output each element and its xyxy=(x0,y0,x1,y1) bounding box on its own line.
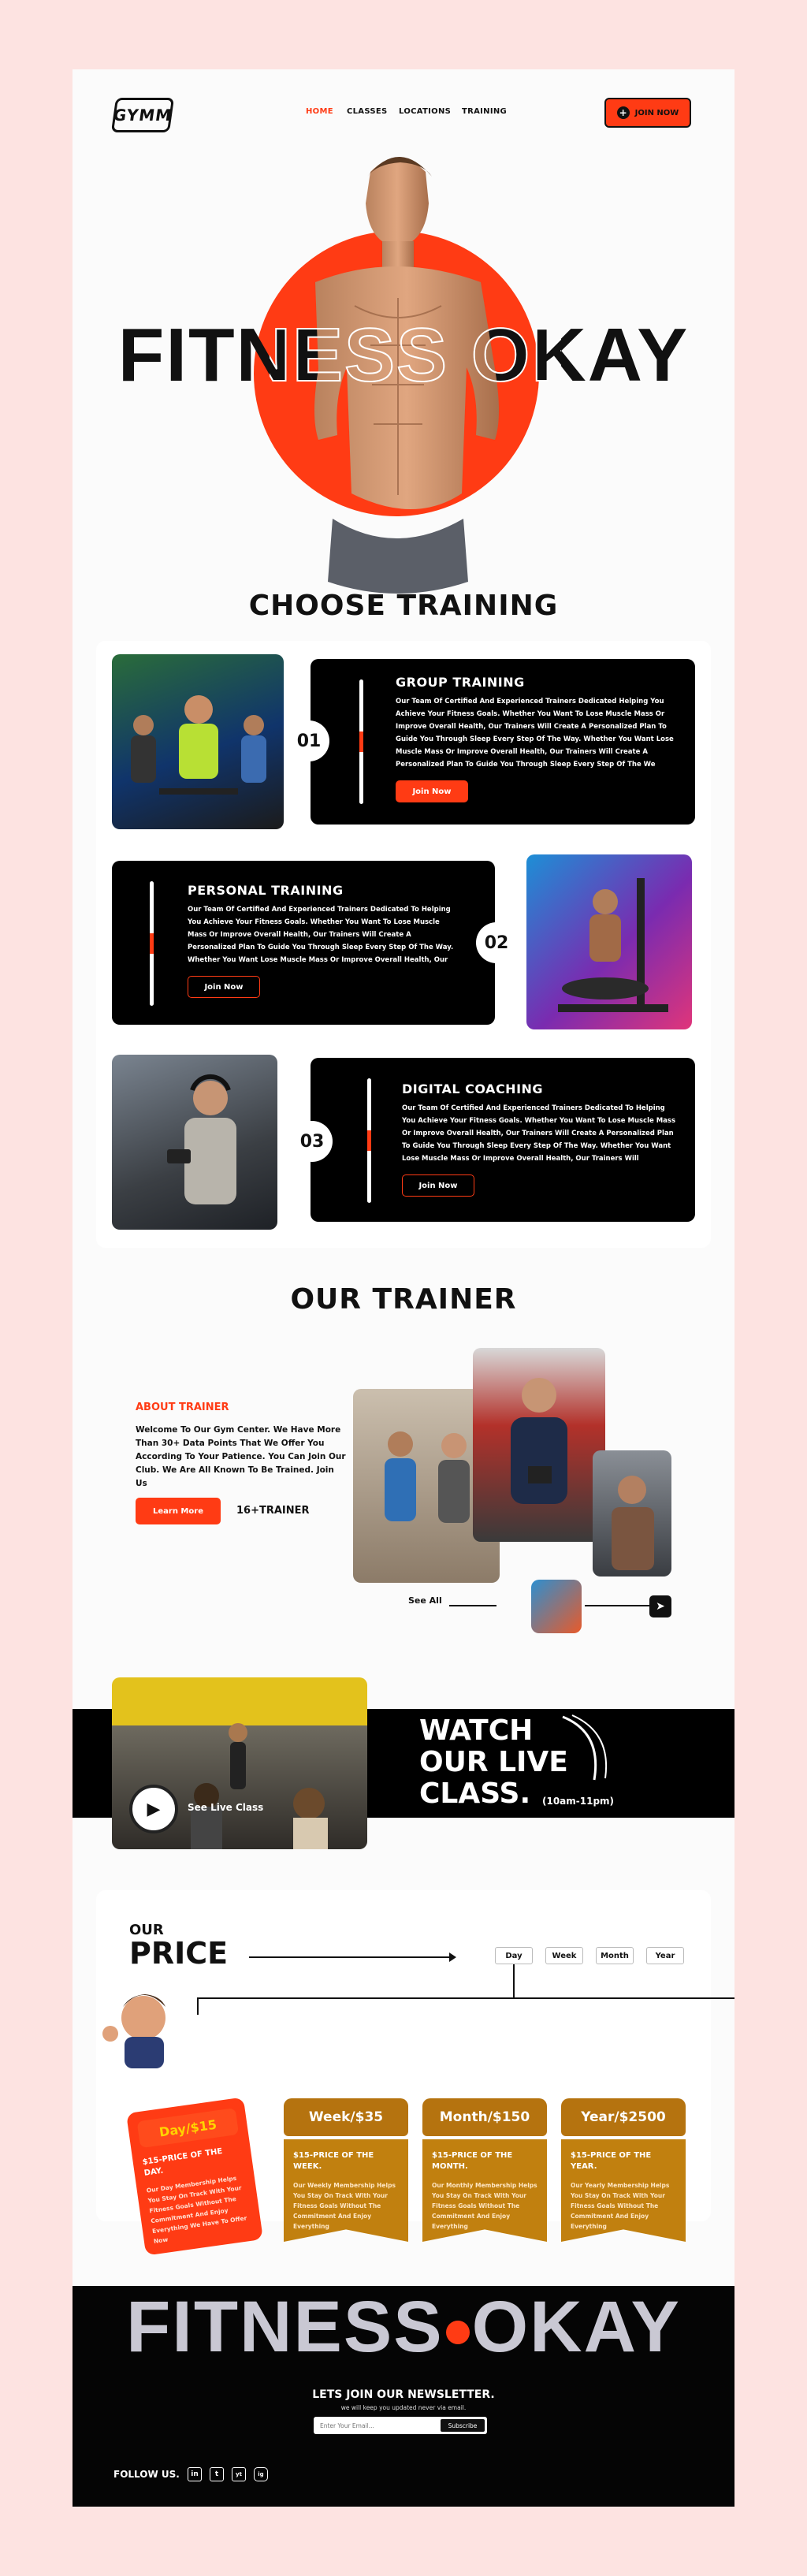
trainer-photo-2 xyxy=(473,1348,605,1542)
plus-icon: + xyxy=(616,106,630,119)
card-progress-bar xyxy=(367,1078,371,1203)
price-card-body: $15-PRICE OF THE WEEK. Our Weekly Members… xyxy=(284,2139,408,2242)
about-trainer-text: Welcome To Our Gym Center. We Have More … xyxy=(136,1425,346,1488)
card-number: 03 xyxy=(292,1121,333,1162)
price-card-week[interactable]: Week/$35 $15-PRICE OF THE WEEK. Our Weekl… xyxy=(284,2098,408,2248)
logo-text: GYMM xyxy=(112,106,173,125)
footer-title: FITNESS OKAY xyxy=(73,2286,734,2369)
email-input[interactable] xyxy=(320,2422,438,2429)
personal-training-illustration xyxy=(558,878,668,1012)
newsletter-form: Subscribe xyxy=(314,2417,487,2434)
card-text: Our Team Of Certified And Experienced Tr… xyxy=(402,1104,676,1163)
digital-coaching-card: DIGITAL COACHING Our Team Of Certified A… xyxy=(311,1058,695,1222)
price-card-title: Month/$150 xyxy=(422,2098,547,2136)
card-text: Our Team Of Certified And Experienced Tr… xyxy=(188,906,454,964)
see-live-class-label: See Live Class xyxy=(188,1802,264,1813)
title-line: WATCH xyxy=(419,1714,534,1747)
social-links: in t yt ig xyxy=(188,2467,268,2481)
card-progress-bar xyxy=(359,679,363,804)
price-card-text: Our Monthly Membership Helps You Stay On… xyxy=(432,2182,537,2230)
price-card-subtitle: $15-PRICE OF THE WEEK. xyxy=(293,2151,374,2171)
card-title: GROUP TRAINING xyxy=(396,675,525,690)
youtube-icon[interactable]: yt xyxy=(232,2467,246,2481)
join-now-button[interactable]: + JOIN NOW xyxy=(604,98,691,128)
nav-training[interactable]: TRAINING xyxy=(462,107,507,116)
mascot-image xyxy=(102,1994,165,2068)
decorative-arcs xyxy=(562,1714,607,1781)
card-title: DIGITAL COACHING xyxy=(402,1081,544,1096)
price-card-title: Day/$15 xyxy=(136,2108,240,2149)
price-card-text: Our Yearly Membership Helps You Stay On … xyxy=(571,2182,670,2230)
price-card-year[interactable]: Year/$2500 $15-PRICE OF THE YEAR. Our Yea… xyxy=(561,2098,686,2248)
personal-join-button[interactable]: Join Now xyxy=(188,976,260,998)
newsletter-title: LETS JOIN OUR NEWSLETTER. xyxy=(312,2388,495,2401)
live-class-video[interactable]: ▶ See Live Class xyxy=(112,1677,367,1849)
price-card-title: Week/$35 xyxy=(284,2098,408,2136)
card-number: 01 xyxy=(288,720,329,761)
linkedin-icon[interactable]: in xyxy=(188,2467,202,2481)
nav-locations[interactable]: LOCATIONS xyxy=(399,107,451,116)
footer-title-right: OKAY xyxy=(471,2287,681,2367)
personal-training-card: PERSONAL TRAINING Our Team Of Certified … xyxy=(112,861,495,1025)
play-icon[interactable]: ▶ xyxy=(129,1785,178,1833)
tab-day[interactable]: Day xyxy=(495,1947,533,1964)
next-arrow-button[interactable]: ➤ xyxy=(649,1595,671,1617)
trainer-photo-3 xyxy=(593,1450,671,1576)
digital-coaching-illustration xyxy=(167,1074,236,1204)
price-card-body: $15-PRICE OF THE YEAR. Our Yearly Members… xyxy=(561,2139,686,2242)
digital-coaching-photo xyxy=(112,1055,277,1230)
price-card-month[interactable]: Month/$150 $15-PRICE OF THE MONTH. Our Mo… xyxy=(422,2098,547,2248)
divider xyxy=(249,1956,454,1958)
group-training-card: GROUP TRAINING Our Team Of Certified And… xyxy=(311,659,695,825)
tab-month[interactable]: Month xyxy=(596,1947,634,1964)
card-title: PERSONAL TRAINING xyxy=(188,883,344,898)
card-number: 02 xyxy=(476,922,517,963)
nav-home[interactable]: HOME xyxy=(306,107,333,116)
title-line: OUR LIVE xyxy=(419,1746,568,1778)
price-card-subtitle: $15-PRICE OF THE MONTH. xyxy=(432,2151,513,2171)
personal-training-photo xyxy=(526,854,692,1029)
page: GYMM HOME CLASSES LOCATIONS TRAINING + J… xyxy=(73,69,734,2507)
tab-week[interactable]: Week xyxy=(545,1947,583,1964)
divider xyxy=(197,1997,734,1999)
chevron-right-icon: ➤ xyxy=(656,1600,665,1613)
digital-join-button[interactable]: Join Now xyxy=(402,1174,474,1197)
join-now-label: JOIN NOW xyxy=(634,108,679,117)
live-class-time: (10am-11pm) xyxy=(542,1796,615,1807)
gym-logo[interactable]: GYMM xyxy=(110,98,175,132)
arrow-right-icon xyxy=(449,1952,456,1962)
twitter-icon[interactable]: t xyxy=(210,2467,224,2481)
trainer-count: 16+TRAINER xyxy=(236,1505,310,1517)
tab-year[interactable]: Year xyxy=(646,1947,684,1964)
group-training-photo xyxy=(112,654,284,829)
choose-training-heading: CHOOSE TRAINING xyxy=(248,590,559,622)
price-card-body: $15-PRICE OF THE MONTH. Our Monthly Membe… xyxy=(422,2139,547,2242)
follow-us-label: FOLLOW US. xyxy=(113,2469,180,2480)
about-trainer-label: ABOUT TRAINER xyxy=(136,1402,229,1413)
orange-dot xyxy=(445,2320,470,2344)
see-all-link[interactable]: See All xyxy=(408,1595,442,1606)
price-card-text: Our Day Membership Helps You Stay On Tra… xyxy=(146,2174,247,2245)
divider xyxy=(449,1605,496,1606)
newsletter-subtitle: we will keep you updated never via email… xyxy=(340,2404,467,2411)
instagram-icon[interactable]: ig xyxy=(254,2467,268,2481)
price-card-subtitle: $15-PRICE OF THE YEAR. xyxy=(571,2151,652,2171)
learn-more-button[interactable]: Learn More xyxy=(136,1498,221,1524)
group-training-illustration xyxy=(131,695,266,795)
divider xyxy=(197,1997,199,2015)
nav-classes[interactable]: CLASSES xyxy=(347,107,388,116)
trainer-thumbnail[interactable] xyxy=(531,1580,582,1633)
price-card-title: Year/$2500 xyxy=(561,2098,686,2136)
subscribe-button[interactable]: Subscribe xyxy=(441,2419,485,2432)
price-card-text: Our Weekly Membership Helps You Stay On … xyxy=(293,2182,396,2230)
divider xyxy=(513,1964,515,1999)
our-trainer-heading: OUR TRAINER xyxy=(290,1283,517,1316)
card-text: Our Team Of Certified And Experienced Tr… xyxy=(396,698,674,769)
group-join-button[interactable]: Join Now xyxy=(396,780,468,802)
card-progress-bar xyxy=(150,881,154,1006)
footer-title-left: FITNESS xyxy=(126,2287,444,2367)
price-card-day[interactable]: Day/$15 $15-PRICE OF THE DAY. Our Day Me… xyxy=(126,2097,263,2256)
price-heading: PRICE xyxy=(129,1936,229,1971)
